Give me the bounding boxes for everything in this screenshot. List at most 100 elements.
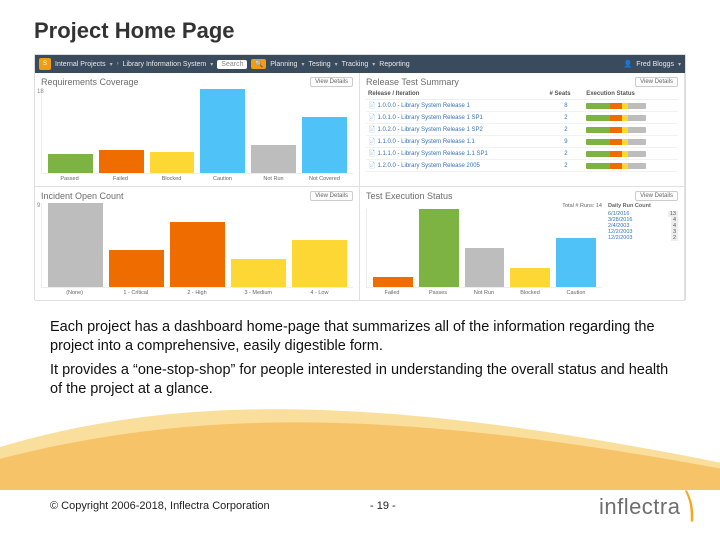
document-icon: 📄 <box>368 163 375 169</box>
x-tick: Caution <box>200 176 245 182</box>
bar <box>251 145 296 173</box>
view-details-button[interactable]: View Details <box>310 77 353 87</box>
test-execution-chart: Total # Runs: 14 FailedPassesNot RunBloc… <box>366 203 602 296</box>
document-icon: 📄 <box>368 115 375 121</box>
bar <box>99 150 144 173</box>
execution-bar <box>586 115 646 121</box>
widget-requirements-coverage: Requirements Coverage View Details 18 Pa… <box>35 73 360 187</box>
table-row[interactable]: 📄1.0.0.0 - Library System Release 18 <box>366 100 678 112</box>
table-row[interactable]: 📄1.0.1.0 - Library System Release 1 SP12 <box>366 112 678 124</box>
bar <box>150 152 195 173</box>
nav-internal-projects[interactable]: Internal Projects <box>55 61 106 68</box>
col-release: Release / Iteration <box>366 89 548 100</box>
daily-run-title: Daily Run Count <box>608 203 678 209</box>
execution-bar <box>586 139 646 145</box>
view-details-button[interactable]: View Details <box>310 191 353 201</box>
slide-title: Project Home Page <box>34 18 235 44</box>
table-row[interactable]: 📄1.0.2.0 - Library System Release 1 SP22 <box>366 124 678 136</box>
chevron-down-icon: ▾ <box>301 61 304 68</box>
execution-bar <box>586 151 646 157</box>
table-row[interactable]: 📄1.1.0.0 - Library System Release 1.19 <box>366 136 678 148</box>
nav-user[interactable]: Fred Bloggs <box>636 61 674 68</box>
inflectra-logo: inflectra ⎞ <box>599 491 696 522</box>
app-toolbar: S Internal Projects ▾ › Library Informat… <box>35 55 685 73</box>
widget-incident-open-count: Incident Open Count View Details 9 (None… <box>35 187 360 301</box>
execution-bar <box>586 103 646 109</box>
bar <box>373 277 413 287</box>
chevron-down-icon: ▾ <box>110 61 113 68</box>
document-icon: 📄 <box>368 139 375 145</box>
widget-title: Requirements Coverage <box>41 77 139 87</box>
search-button[interactable]: 🔍 <box>251 59 266 69</box>
bar <box>170 222 225 287</box>
bar <box>48 203 103 287</box>
brand-text: inflectra <box>599 494 681 520</box>
widget-test-execution-status: Test Execution Status View Details Total… <box>360 187 685 301</box>
footer-copyright: © Copyright 2006-2018, Inflectra Corpora… <box>50 500 270 512</box>
chevron-down-icon: ▾ <box>210 61 213 68</box>
daily-run-panel: Daily Run Count 6/1/2016133/28/201642/4/… <box>608 203 678 296</box>
search-input[interactable]: Search <box>217 60 247 69</box>
widget-title: Test Execution Status <box>366 191 453 201</box>
x-tick: (None) <box>47 290 102 296</box>
x-tick: Caution <box>556 290 596 296</box>
x-tick: 1 - Critical <box>108 290 163 296</box>
bar <box>48 154 93 173</box>
bar <box>200 89 245 173</box>
x-tick: Failed <box>98 176 143 182</box>
bar <box>510 268 550 288</box>
nav-project-name[interactable]: Library Information System <box>123 61 207 68</box>
bar <box>556 238 596 287</box>
nav-testing[interactable]: Testing <box>308 61 330 68</box>
bar <box>302 117 347 173</box>
widget-title: Incident Open Count <box>41 191 124 201</box>
execution-bar <box>586 163 646 169</box>
footer-page-number: - 19 - <box>370 500 396 512</box>
user-icon: 👤 <box>624 60 633 68</box>
bar <box>109 250 164 287</box>
widget-title: Release Test Summary <box>366 77 459 87</box>
chevron-down-icon: ▾ <box>678 61 681 68</box>
app-screenshot: S Internal Projects ▾ › Library Informat… <box>34 54 686 300</box>
document-icon: 📄 <box>368 103 375 109</box>
x-tick: 3 - Medium <box>231 290 286 296</box>
x-tick: Passes <box>418 290 458 296</box>
search-icon: 🔍 <box>254 61 263 68</box>
document-icon: 📄 <box>368 127 375 133</box>
x-tick: Passed <box>47 176 92 182</box>
x-tick: Blocked <box>510 290 550 296</box>
nav-reporting[interactable]: Reporting <box>379 61 409 68</box>
table-row[interactable]: 📄1.1.1.0 - Library System Release 1.1 SP… <box>366 148 678 160</box>
bar <box>231 259 286 287</box>
run-row[interactable]: 12/2/20032 <box>608 235 678 241</box>
chevron-down-icon: ▾ <box>335 61 338 68</box>
bar <box>465 248 505 287</box>
x-tick: Not Run <box>251 176 296 182</box>
flame-icon: ⎞ <box>683 491 697 522</box>
slide-body: Each project has a dashboard home-page t… <box>50 318 670 404</box>
view-details-button[interactable]: View Details <box>635 191 678 201</box>
table-row[interactable]: 📄1.2.0.0 - Library System Release 20052 <box>366 160 678 172</box>
x-tick: Not Covered <box>302 176 347 182</box>
app-logo-icon: S <box>39 58 51 70</box>
execution-bar <box>586 127 646 133</box>
bar <box>419 209 459 287</box>
x-tick: Not Run <box>464 290 504 296</box>
body-paragraph: It provides a “one-stop-shop” for people… <box>50 361 670 398</box>
body-paragraph: Each project has a dashboard home-page t… <box>50 318 670 355</box>
chevron-right-icon: › <box>117 61 119 67</box>
y-tick: 9 <box>37 203 40 209</box>
bar <box>292 240 347 287</box>
release-table: Release / Iteration # Seats Execution St… <box>366 89 678 172</box>
nav-planning[interactable]: Planning <box>270 61 297 68</box>
nav-tracking[interactable]: Tracking <box>342 61 369 68</box>
view-details-button[interactable]: View Details <box>635 77 678 87</box>
chevron-down-icon: ▾ <box>372 61 375 68</box>
widget-release-test-summary: Release Test Summary View Details Releas… <box>360 73 685 187</box>
document-icon: 📄 <box>368 151 375 157</box>
col-exec: Execution Status <box>584 89 678 100</box>
x-tick: Blocked <box>149 176 194 182</box>
y-tick: 18 <box>37 89 44 95</box>
x-tick: 4 - Low <box>292 290 347 296</box>
incident-open-count-chart: 9 (None)1 - Critical2 - High3 - Medium4 … <box>41 203 353 296</box>
